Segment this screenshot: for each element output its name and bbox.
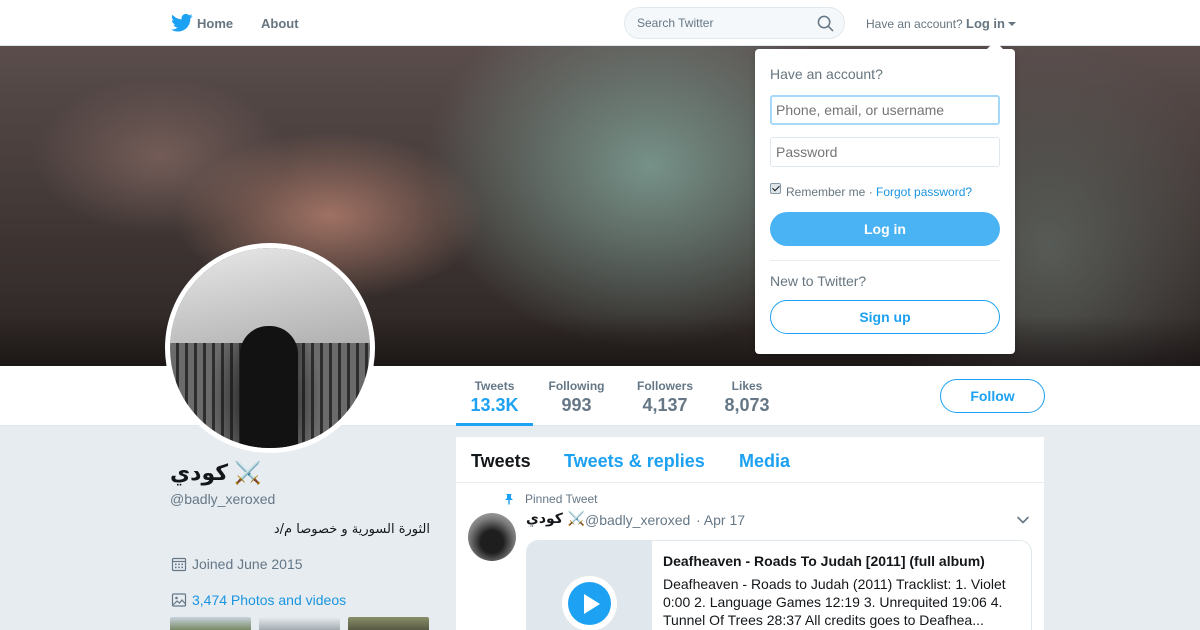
search-input[interactable]: Search Twitter [624,7,845,39]
joined-date: Joined June 2015 [192,556,303,572]
tab-media[interactable]: Media [739,451,790,472]
play-button-circle [568,582,611,625]
stat-likes-value: 8,073 [724,395,770,415]
photos-videos-link[interactable]: 3,474 Photos and videos [192,592,346,608]
stat-likes[interactable]: Likes 8,073 [716,366,778,426]
tweet-avatar[interactable] [468,513,516,561]
stat-followers[interactable]: Followers 4,137 [628,366,702,426]
media-thumbnail[interactable] [348,617,429,630]
new-to-twitter-text: New to Twitter? [770,273,867,289]
stat-following-value: 993 [561,395,592,415]
have-account-text: Have an account? [866,17,963,31]
follow-button[interactable]: Follow [940,379,1045,413]
username-field[interactable] [770,95,1000,125]
stat-followers-value: 4,137 [642,395,688,415]
caret-down-icon[interactable] [1008,22,1016,26]
dropdown-heading: Have an account? [770,66,883,82]
stat-tweets-label: Tweets [474,379,515,393]
stat-following-label: Following [548,379,605,393]
nav-home-link[interactable]: Home [197,16,233,31]
twitter-bird-icon[interactable] [171,13,193,33]
stat-following[interactable]: Following 993 [540,366,613,426]
login-menu-link[interactable]: Log in [966,16,1005,31]
stat-tweets-value: 13.3K [470,395,519,415]
profile-handle: @badly_xeroxed [170,491,276,507]
media-thumbnail[interactable] [170,617,251,630]
signup-button[interactable]: Sign up [770,300,1000,334]
card-description: Deafheaven - Roads to Judah (2011) Track… [663,576,1006,628]
remember-me-label[interactable]: Remember me · [786,185,873,199]
card-title: Deafheaven - Roads To Judah [2011] (full… [663,553,985,569]
photo-icon [171,593,187,607]
top-navigation: Home About Search Twitter Have an accoun… [0,0,1200,46]
timeline: Tweets Tweets & replies Media Pinned Twe… [456,437,1044,630]
chevron-down-icon[interactable] [1016,513,1030,527]
stat-likes-label: Likes [731,379,763,393]
play-triangle [584,594,600,614]
stat-tweets[interactable]: Tweets 13.3K [456,366,533,426]
tweet-date[interactable]: · Apr 17 [696,512,745,528]
stat-followers-label: Followers [636,379,693,393]
profile-avatar[interactable] [165,243,375,453]
password-field[interactable] [770,137,1000,167]
remember-me-checkbox[interactable] [770,183,781,194]
forgot-password-link[interactable]: Forgot password? [876,185,972,199]
play-icon[interactable] [562,576,617,630]
dropdown-divider [770,260,1000,261]
search-icon[interactable] [817,15,834,32]
tweet-author-name[interactable]: كودي ⚔️ [526,511,585,527]
login-dropdown: Have an account? Remember me · Forgot pa… [755,41,1015,354]
tab-tweets[interactable]: Tweets [471,451,531,472]
profile-name: كودي ⚔️ [170,460,262,485]
media-thumbnail[interactable] [259,617,340,630]
timeline-tabs: Tweets Tweets & replies Media [456,437,1044,483]
profile-bio: الثورة السورية و خصوصا م/د [273,522,430,537]
login-button[interactable]: Log in [770,212,1000,246]
dropdown-arrow [987,41,1003,49]
nav-about-link[interactable]: About [261,16,299,31]
pinned-tweet-label: Pinned Tweet [525,492,598,506]
tweet-author-handle[interactable]: @badly_xeroxed [585,512,690,528]
calendar-icon [171,557,187,572]
link-preview-card[interactable]: Deafheaven - Roads To Judah [2011] (full… [526,540,1032,630]
avatar-person [240,326,298,448]
tab-tweets-replies[interactable]: Tweets & replies [564,451,705,472]
card-media [527,541,652,630]
pin-icon [505,494,513,505]
search-placeholder: Search Twitter [637,16,714,30]
